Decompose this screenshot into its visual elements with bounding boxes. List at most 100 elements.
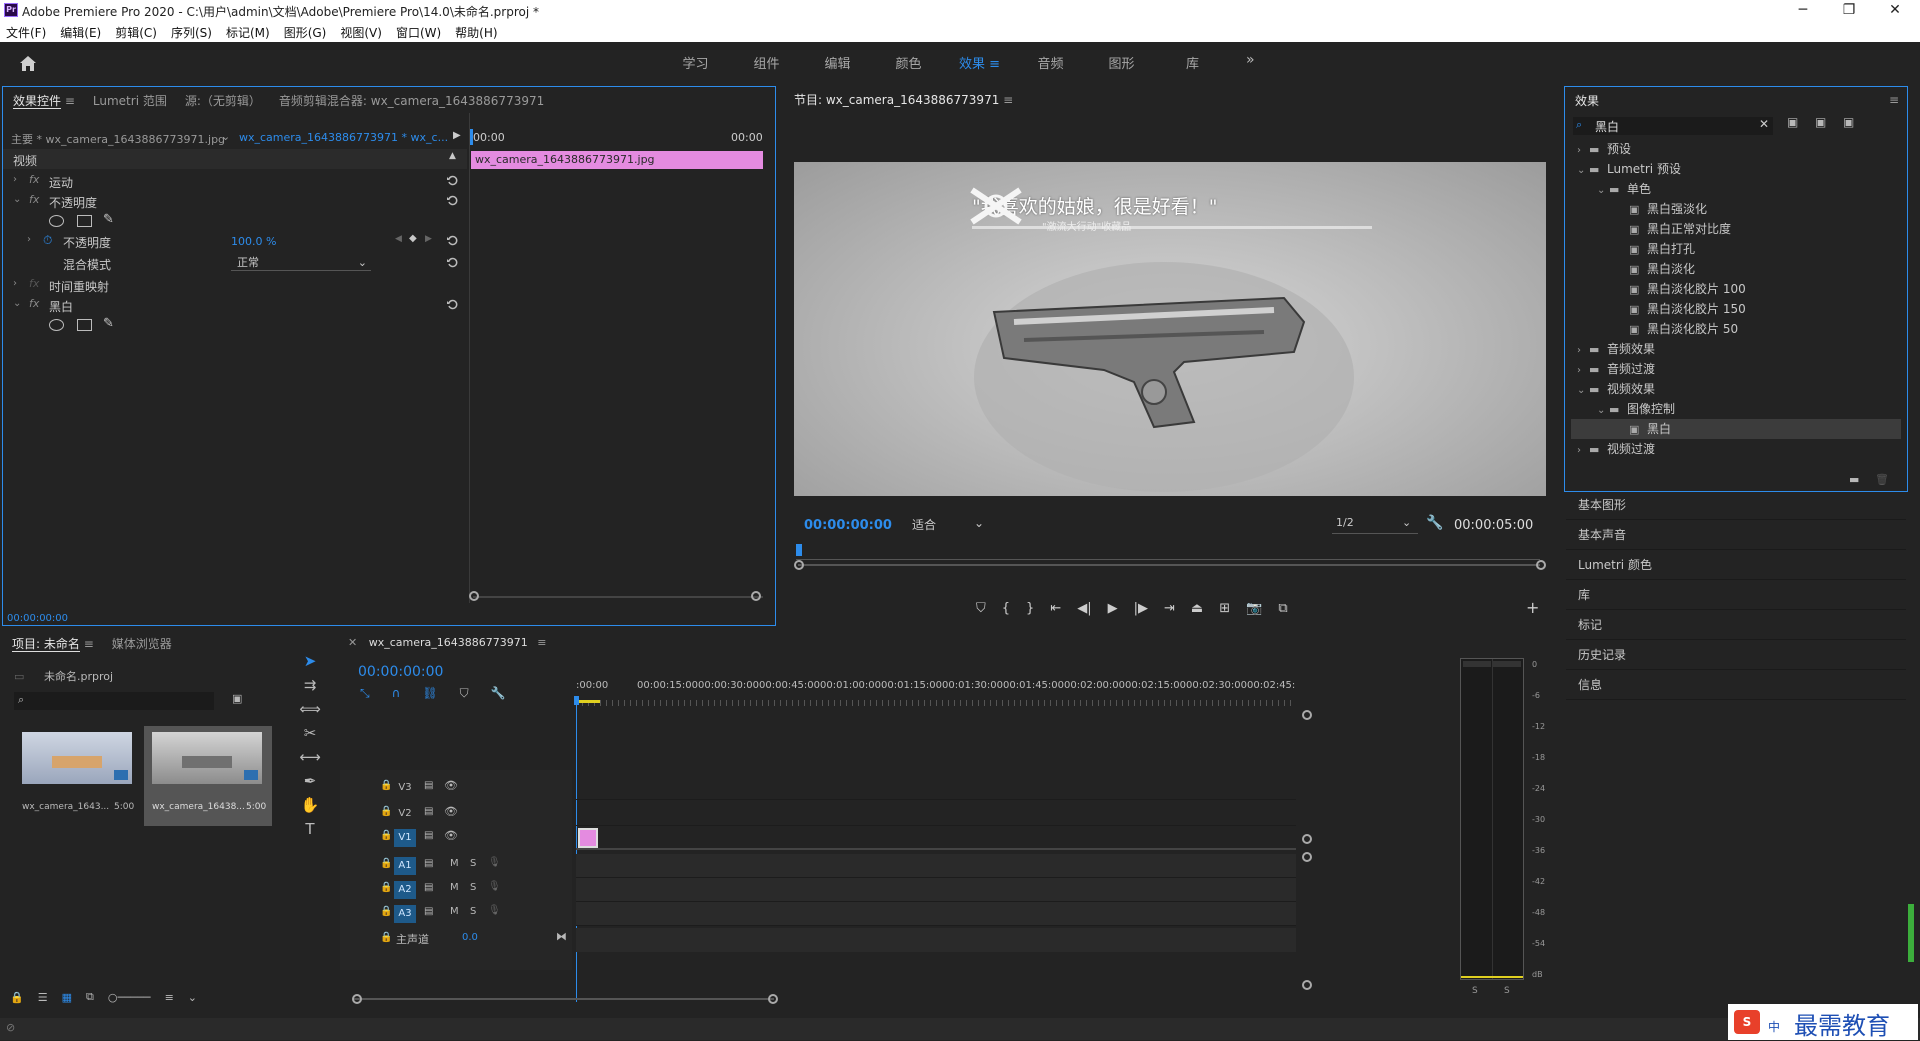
chevron-down-icon[interactable]: ⌄ [221,130,230,143]
effects-tree-item[interactable]: ▣ 黑白淡化胶片 100 [1571,279,1901,299]
reset-icon[interactable] [446,234,458,246]
ec-zoom-handle-right[interactable] [751,591,761,601]
sync-lock-icon[interactable]: ▤ [424,806,433,817]
hamburger-icon[interactable]: ≡ [989,57,1000,72]
lock-icon[interactable]: 🔒 [380,780,392,791]
pen-tool-icon[interactable]: ✒ [304,772,317,790]
v-scroll-handle[interactable] [1302,834,1312,844]
program-zoom-bar[interactable] [798,564,1540,566]
sequence-clip-label[interactable]: wx_camera_1643886773971 * wx_c... [239,131,448,144]
a-scroll-handle[interactable] [1302,852,1312,862]
step-forward-icon[interactable]: |▶ [1134,601,1148,616]
zoom-handle-right[interactable] [1536,560,1546,570]
workspace-libraries[interactable]: 库 [1157,53,1228,72]
a-scroll-handle[interactable] [1302,980,1312,990]
track-label-a2[interactable]: A2 [394,881,416,899]
twirl-open-icon[interactable]: ⌄ [1577,381,1589,401]
workspace-effects[interactable]: 效果 ≡ [944,53,1015,72]
lock-icon[interactable]: 🔒 [380,906,392,917]
lane-v1[interactable] [576,826,1296,850]
menu-graphics[interactable]: 图形(G) [284,24,327,41]
fx-icon[interactable]: fx [29,297,39,310]
project-item-2[interactable]: wx_camera_16438... 5:00 [144,726,272,826]
home-icon[interactable] [16,52,40,74]
effects-tree-item[interactable]: › ▬ 预设 [1571,139,1901,159]
solo-left-button[interactable]: S [1472,986,1478,996]
pen-mask-icon[interactable]: ✎ [103,212,114,227]
sync-lock-icon[interactable]: ▤ [424,780,433,791]
project-search-field[interactable]: ⌕ [14,692,214,710]
accelerated-effects-icon[interactable]: ▣ [1787,115,1798,129]
workspace-graphics[interactable]: 图形 [1086,53,1157,72]
ec-playhead[interactable] [470,129,473,145]
solo-button[interactable]: S [470,906,476,917]
slip-tool-icon[interactable]: ⟷ [299,748,321,766]
lock-icon[interactable]: 🔒 [380,882,392,893]
stopwatch-icon[interactable]: ⏱ [43,233,52,248]
reset-icon[interactable] [446,194,458,206]
reset-icon[interactable] [446,174,458,186]
track-label-v3[interactable]: V3 [394,779,416,797]
twirl-closed-icon[interactable]: › [13,174,17,185]
lane-v3[interactable] [576,776,1296,800]
lock-icon[interactable]: 🔒 [380,932,392,943]
master-volume-value[interactable]: 0.0 [462,932,478,943]
tab-project[interactable]: 项目: 未命名 ≡ [12,635,94,652]
ellipse-mask-icon[interactable] [49,215,64,227]
master-clip-label[interactable]: 主要 * wx_camera_1643886773971.jpg [11,131,225,147]
workspace-audio[interactable]: 音频 [1015,53,1086,72]
icon-view-icon[interactable]: ▦ [62,991,72,1004]
twirl-closed-icon[interactable]: › [1577,441,1589,461]
effects-tree-item[interactable]: ▣ 黑白正常对比度 [1571,219,1901,239]
rectangle-mask-icon[interactable] [77,215,92,227]
lock-icon[interactable]: 🔒 [380,806,392,817]
sync-lock-icon[interactable]: ▤ [424,906,433,917]
effects-search-field[interactable]: ⌕ 黑白 ✕ [1573,117,1773,135]
type-tool-icon[interactable]: T [305,820,314,838]
next-keyframe-icon[interactable]: ▶ [425,234,432,244]
solo-button[interactable]: S [470,882,476,893]
fx-icon[interactable]: fx [29,193,39,206]
twirl-open-icon[interactable]: ⌄ [1577,161,1589,181]
play-triangle-icon[interactable]: ▶ [453,130,461,141]
add-button-icon[interactable]: + [1526,598,1539,617]
add-keyframe-icon[interactable]: ◆ [409,233,417,244]
twirl-open-icon[interactable]: ⌄ [1597,181,1609,201]
effects-tree-item[interactable]: ⌄ ▬ 单色 [1571,179,1901,199]
sync-lock-icon[interactable]: ▤ [424,858,433,869]
panel-markers[interactable]: 标记 [1566,610,1906,640]
panel-essential-sound[interactable]: 基本声音 [1566,520,1906,550]
nest-icon[interactable]: ⤡ [360,686,370,701]
timeline-timecode[interactable]: 00:00:00:00 [358,664,443,680]
go-to-out-icon[interactable]: ⇥ [1164,601,1175,616]
effects-tree-item[interactable]: ⌄ ▬ 视频效果 [1571,379,1901,399]
tab-media-browser[interactable]: 媒体浏览器 [112,635,172,652]
panel-history[interactable]: 历史记录 [1566,640,1906,670]
lock-icon[interactable]: 🔒 [10,991,24,1004]
effect-row-time-remap[interactable]: › fx 时间重映射 [3,275,467,295]
project-item-1[interactable]: wx_camera_1643... 5:00 [16,726,140,826]
menu-edit[interactable]: 编辑(E) [60,24,101,41]
blend-mode-select[interactable]: 正常 ⌄ [231,254,371,271]
ellipse-mask-icon[interactable] [49,319,64,331]
ec-zoom-scrollbar[interactable] [473,596,763,598]
mute-button[interactable]: M [450,882,459,893]
sync-lock-icon[interactable]: ▤ [424,882,433,893]
new-search-bin-icon[interactable]: ▣ [232,692,242,705]
lane-a3[interactable] [576,902,1296,926]
wrench-icon[interactable]: 🔧 [491,686,506,701]
lift-icon[interactable]: ⏏ [1191,601,1203,616]
lock-icon[interactable]: 🔒 [380,830,392,841]
program-scrubber[interactable] [796,546,1540,560]
effects-tree-item[interactable]: ▣ 黑白打孔 [1571,239,1901,259]
effects-tree-item[interactable]: › ▬ 音频过渡 [1571,359,1901,379]
timeline-tab[interactable]: ✕ wx_camera_1643886773971 ≡ [348,636,546,649]
effects-tree-item[interactable]: ⌄ ▬ 图像控制 [1571,399,1901,419]
twirl-closed-icon[interactable]: › [1577,141,1589,161]
compare-view-icon[interactable]: ⧉ [1278,601,1287,616]
workspace-editing[interactable]: 编辑 [802,53,873,72]
wrench-icon[interactable]: 🔧 [1426,515,1443,531]
twirl-open-icon[interactable]: ⌄ [13,194,21,205]
effects-tree-item[interactable]: › ▬ 视频过渡 [1571,439,1901,459]
h-scrollbar[interactable] [354,998,774,1000]
